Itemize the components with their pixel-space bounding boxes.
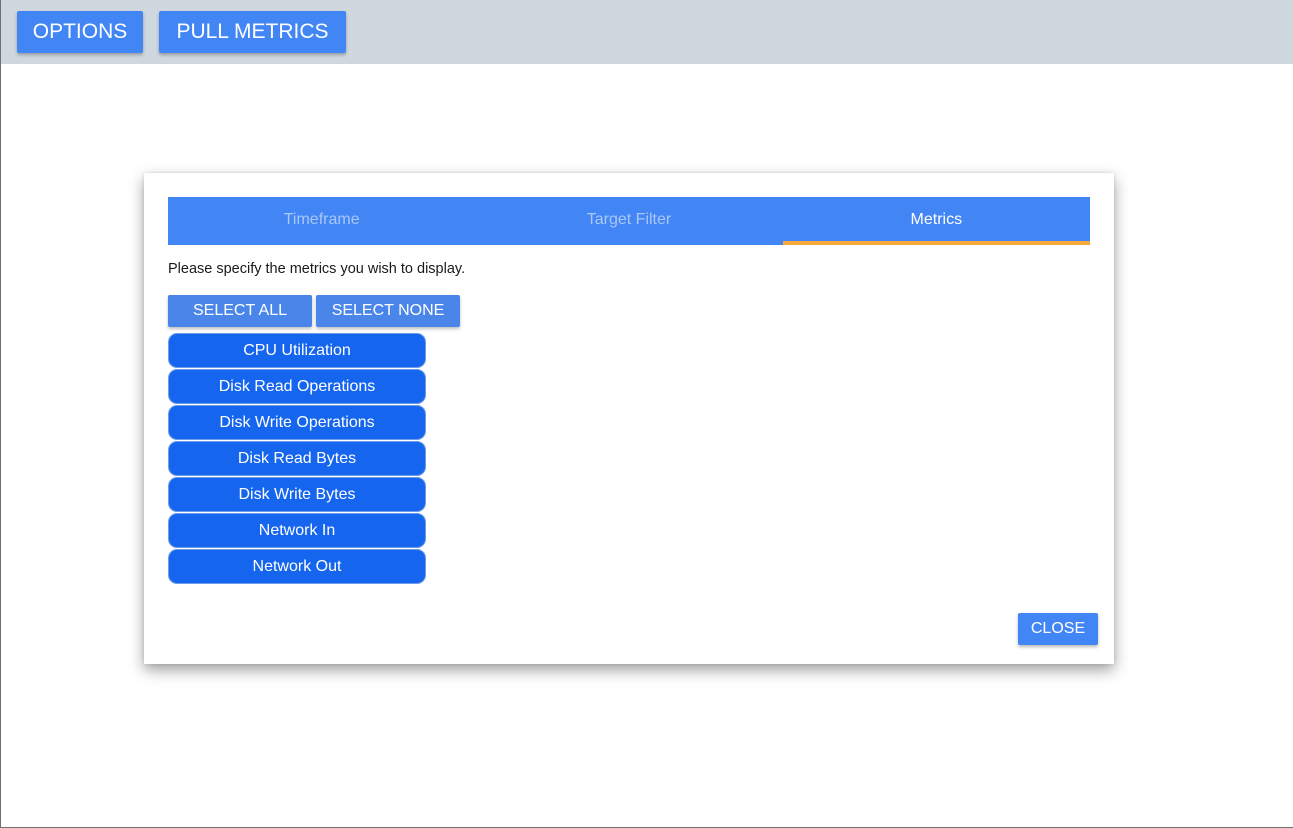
app-page: OPTIONS PULL METRICS Timeframe Target Fi… (0, 0, 1293, 828)
metric-toggle-list: CPU Utilization Disk Read Operations Dis… (168, 333, 426, 585)
pull-metrics-button[interactable]: PULL METRICS (159, 11, 346, 53)
options-dialog: Timeframe Target Filter Metrics Please s… (144, 173, 1114, 664)
tab-target-filter[interactable]: Target Filter (475, 197, 782, 245)
dialog-tab-bar: Timeframe Target Filter Metrics (168, 197, 1090, 245)
select-none-button[interactable]: SELECT NONE (316, 295, 460, 327)
close-button[interactable]: CLOSE (1018, 613, 1098, 645)
top-toolbar: OPTIONS PULL METRICS (1, 0, 1293, 64)
metric-toggle-cpu-utilization[interactable]: CPU Utilization (168, 333, 426, 368)
metric-toggle-disk-read-operations[interactable]: Disk Read Operations (168, 369, 426, 404)
options-button[interactable]: OPTIONS (17, 11, 143, 53)
metric-toggle-network-in[interactable]: Network In (168, 513, 426, 548)
tab-timeframe[interactable]: Timeframe (168, 197, 475, 245)
metrics-instructions: Please specify the metrics you wish to d… (168, 261, 466, 277)
metric-toggle-disk-write-operations[interactable]: Disk Write Operations (168, 405, 426, 440)
select-all-button[interactable]: SELECT ALL (168, 295, 312, 327)
metric-toggle-disk-write-bytes[interactable]: Disk Write Bytes (168, 477, 426, 512)
tab-metrics[interactable]: Metrics (782, 197, 1090, 245)
metric-toggle-network-out[interactable]: Network Out (168, 549, 426, 584)
metric-toggle-disk-read-bytes[interactable]: Disk Read Bytes (168, 441, 426, 476)
